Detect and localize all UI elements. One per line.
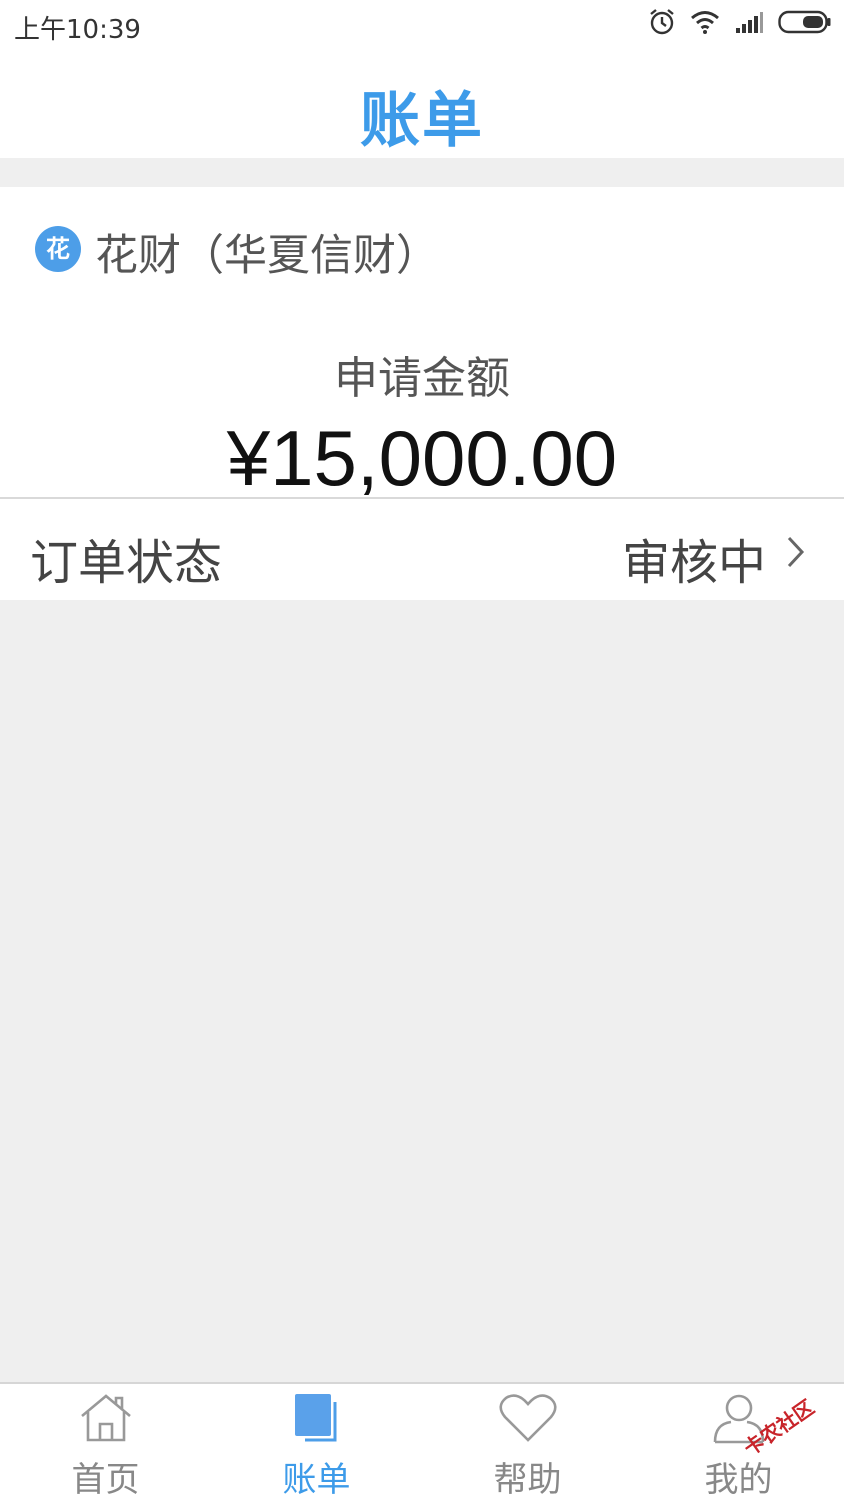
tab-help[interactable]: 帮助 (422, 1384, 633, 1500)
product-name: 花财（华夏信财） (95, 231, 439, 281)
bill-icon (291, 1392, 343, 1448)
order-status-value: 审核中 (621, 535, 766, 591)
tab-home[interactable]: 首页 (0, 1384, 211, 1500)
heart-icon (498, 1392, 558, 1448)
battery-icon (778, 10, 832, 38)
status-icons (634, 8, 832, 40)
signal-icon (734, 10, 764, 38)
page-title: 账单 (360, 86, 484, 156)
status-bar: 上午10:39 (0, 0, 844, 50)
bottom-tabbar: 首页 账单 帮助 我的 (0, 1382, 844, 1500)
order-status-row[interactable]: 订单状态 审核中 (0, 499, 844, 600)
amount-value: ¥15,000.00 (226, 414, 618, 497)
order-card[interactable]: 花 花财（华夏信财） 申请金额 ¥15,000.00 (0, 187, 844, 497)
section-gap (0, 158, 844, 187)
status-time: 上午10:39 (14, 15, 141, 45)
tab-mine[interactable]: 我的 (633, 1384, 844, 1500)
product-badge-icon: 花 (35, 226, 81, 272)
alarm-icon (648, 8, 676, 40)
page-header: 账单 (0, 50, 844, 158)
chevron-right-icon (786, 535, 806, 573)
tab-bill[interactable]: 账单 (211, 1384, 422, 1500)
amount-label: 申请金额 (334, 353, 510, 404)
order-status-label: 订单状态 (30, 535, 223, 591)
tab-home-label: 首页 (71, 1460, 140, 1500)
home-icon (78, 1392, 134, 1448)
tab-mine-label: 我的 (704, 1460, 773, 1500)
tab-help-label: 帮助 (493, 1460, 562, 1500)
wifi-icon (690, 9, 720, 39)
tab-bill-label: 账单 (282, 1460, 351, 1500)
